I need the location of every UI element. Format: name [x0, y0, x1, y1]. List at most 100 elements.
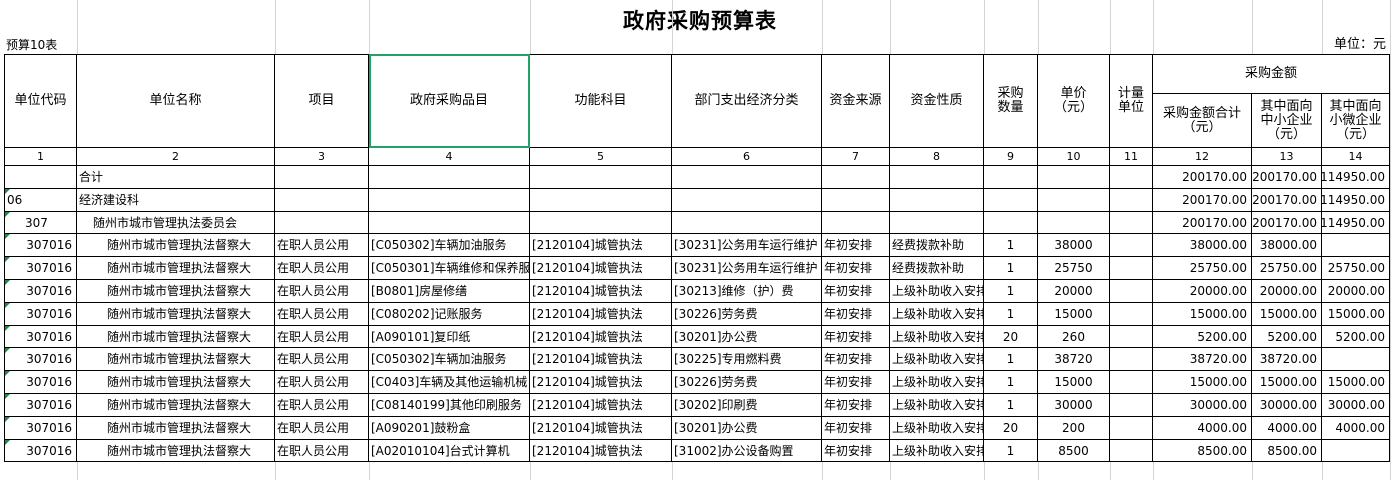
cell-fund-source[interactable]: 年初安排	[822, 440, 890, 462]
cell-procurement-item[interactable]: [A090101]复印纸	[369, 326, 530, 348]
cell-fund-source[interactable]: 年初安排	[822, 348, 890, 371]
column-number-6[interactable]: 6	[672, 148, 822, 166]
cell-function-subject[interactable]: [2120104]城管执法	[530, 326, 672, 348]
cell-amount-micro[interactable]: 30000.00	[1322, 394, 1390, 417]
column-number-8[interactable]: 8	[890, 148, 984, 166]
header-econ-class[interactable]: 部门支出经济分类	[672, 54, 822, 148]
cell-project[interactable]: 在职人员公用	[275, 371, 369, 394]
cell-quantity[interactable]: 20	[984, 417, 1038, 440]
cell-quantity[interactable]: 1	[984, 371, 1038, 394]
cell-measure-unit[interactable]	[1110, 257, 1153, 280]
cell-amount-total[interactable]: 200170.00	[1153, 166, 1252, 189]
cell-project[interactable]: 在职人员公用	[275, 348, 369, 371]
cell-unit-code[interactable]: 307016	[4, 280, 77, 303]
column-number-3[interactable]: 3	[275, 148, 369, 166]
cell-fund-nature[interactable]: 上级补助收入安排	[890, 394, 984, 417]
cell-function-subject[interactable]	[530, 189, 672, 212]
cell-function-subject[interactable]: [2120104]城管执法	[530, 394, 672, 417]
cell-fund-nature[interactable]: 上级补助收入安排	[890, 280, 984, 303]
cell-unit-name[interactable]: 随州市城市管理执法督察大	[77, 394, 275, 417]
cell-quantity[interactable]	[984, 212, 1038, 234]
cell-unit-price[interactable]	[1038, 166, 1110, 189]
cell-fund-source[interactable]: 年初安排	[822, 280, 890, 303]
cell-unit-code[interactable]: 307016	[4, 440, 77, 462]
cell-unit-price[interactable]: 15000	[1038, 371, 1110, 394]
cell-unit-name[interactable]: 合计	[77, 166, 275, 189]
column-number-4[interactable]: 4	[369, 148, 530, 166]
cell-project[interactable]	[275, 189, 369, 212]
cell-amount-sme[interactable]: 38000.00	[1252, 234, 1322, 257]
cell-unit-price[interactable]: 25750	[1038, 257, 1110, 280]
cell-unit-price[interactable]: 20000	[1038, 280, 1110, 303]
cell-quantity[interactable]	[984, 189, 1038, 212]
header-amount-group[interactable]: 采购金额	[1153, 54, 1390, 94]
cell-project[interactable]: 在职人员公用	[275, 257, 369, 280]
cell-econ-class[interactable]: [30225]专用燃料费	[672, 348, 822, 371]
cell-function-subject[interactable]	[530, 166, 672, 189]
cell-unit-name[interactable]: 随州市城市管理执法督察大	[77, 371, 275, 394]
cell-amount-sme[interactable]: 200170.00	[1252, 166, 1322, 189]
column-number-13[interactable]: 13	[1252, 148, 1322, 166]
cell-fund-nature[interactable]: 上级补助收入安排	[890, 326, 984, 348]
cell-quantity[interactable]: 1	[984, 303, 1038, 326]
cell-amount-micro[interactable]: 114950.00	[1322, 212, 1390, 234]
cell-amount-total[interactable]: 15000.00	[1153, 371, 1252, 394]
cell-amount-total[interactable]: 30000.00	[1153, 394, 1252, 417]
cell-unit-name[interactable]: 随州市城市管理执法督察大	[77, 440, 275, 462]
cell-unit-price[interactable]: 30000	[1038, 394, 1110, 417]
column-number-2[interactable]: 2	[77, 148, 275, 166]
cell-amount-micro[interactable]: 4000.00	[1322, 417, 1390, 440]
cell-procurement-item[interactable]	[369, 212, 530, 234]
cell-fund-source[interactable]	[822, 166, 890, 189]
header-fund-nature[interactable]: 资金性质	[890, 54, 984, 148]
cell-unit-code[interactable]: 307016	[4, 326, 77, 348]
cell-unit-price[interactable]: 260	[1038, 326, 1110, 348]
cell-unit-price[interactable]: 38720	[1038, 348, 1110, 371]
cell-function-subject[interactable]: [2120104]城管执法	[530, 280, 672, 303]
header-unit-code[interactable]: 单位代码	[4, 54, 77, 148]
column-number-9[interactable]: 9	[984, 148, 1038, 166]
cell-amount-micro[interactable]	[1322, 234, 1390, 257]
cell-procurement-item[interactable]	[369, 166, 530, 189]
cell-fund-nature[interactable]: 经费拨款补助	[890, 257, 984, 280]
cell-measure-unit[interactable]	[1110, 440, 1153, 462]
header-amount-total[interactable]: 采购金额合计（元）	[1153, 94, 1252, 148]
cell-unit-name[interactable]: 随州市城市管理执法督察大	[77, 234, 275, 257]
cell-function-subject[interactable]: [2120104]城管执法	[530, 234, 672, 257]
cell-amount-micro[interactable]	[1322, 440, 1390, 462]
header-fund-source[interactable]: 资金来源	[822, 54, 890, 148]
cell-project[interactable]: 在职人员公用	[275, 440, 369, 462]
cell-procurement-item[interactable]: [A090201]鼓粉盒	[369, 417, 530, 440]
cell-fund-nature[interactable]: 上级补助收入安排	[890, 371, 984, 394]
cell-fund-source[interactable]: 年初安排	[822, 303, 890, 326]
cell-econ-class[interactable]: [30213]维修（护）费	[672, 280, 822, 303]
cell-amount-sme[interactable]: 5200.00	[1252, 326, 1322, 348]
cell-amount-total[interactable]: 200170.00	[1153, 189, 1252, 212]
column-number-10[interactable]: 10	[1038, 148, 1110, 166]
cell-project[interactable]: 在职人员公用	[275, 326, 369, 348]
cell-procurement-item[interactable]: [C050302]车辆加油服务	[369, 348, 530, 371]
column-number-12[interactable]: 12	[1153, 148, 1252, 166]
cell-amount-total[interactable]: 25750.00	[1153, 257, 1252, 280]
cell-econ-class[interactable]: [30202]印刷费	[672, 394, 822, 417]
cell-project[interactable]: 在职人员公用	[275, 394, 369, 417]
cell-unit-name[interactable]: 经济建设科	[77, 189, 275, 212]
cell-amount-sme[interactable]: 200170.00	[1252, 212, 1322, 234]
cell-amount-sme[interactable]: 15000.00	[1252, 303, 1322, 326]
cell-unit-code[interactable]	[4, 166, 77, 189]
cell-fund-nature[interactable]: 经费拨款补助	[890, 234, 984, 257]
cell-unit-name[interactable]: 随州市城市管理执法委员会	[77, 212, 275, 234]
cell-unit-code[interactable]: 307016	[4, 257, 77, 280]
cell-econ-class[interactable]: [30226]劳务费	[672, 303, 822, 326]
cell-unit-name[interactable]: 随州市城市管理执法督察大	[77, 280, 275, 303]
cell-fund-source[interactable]	[822, 189, 890, 212]
cell-measure-unit[interactable]	[1110, 417, 1153, 440]
header-project[interactable]: 项目	[275, 54, 369, 148]
cell-unit-name[interactable]: 随州市城市管理执法督察大	[77, 303, 275, 326]
cell-unit-price[interactable]: 200	[1038, 417, 1110, 440]
header-quantity[interactable]: 采购数量	[984, 54, 1038, 148]
cell-project[interactable]: 在职人员公用	[275, 303, 369, 326]
header-measure-unit[interactable]: 计量单位	[1110, 54, 1153, 148]
cell-project[interactable]: 在职人员公用	[275, 280, 369, 303]
cell-measure-unit[interactable]	[1110, 234, 1153, 257]
